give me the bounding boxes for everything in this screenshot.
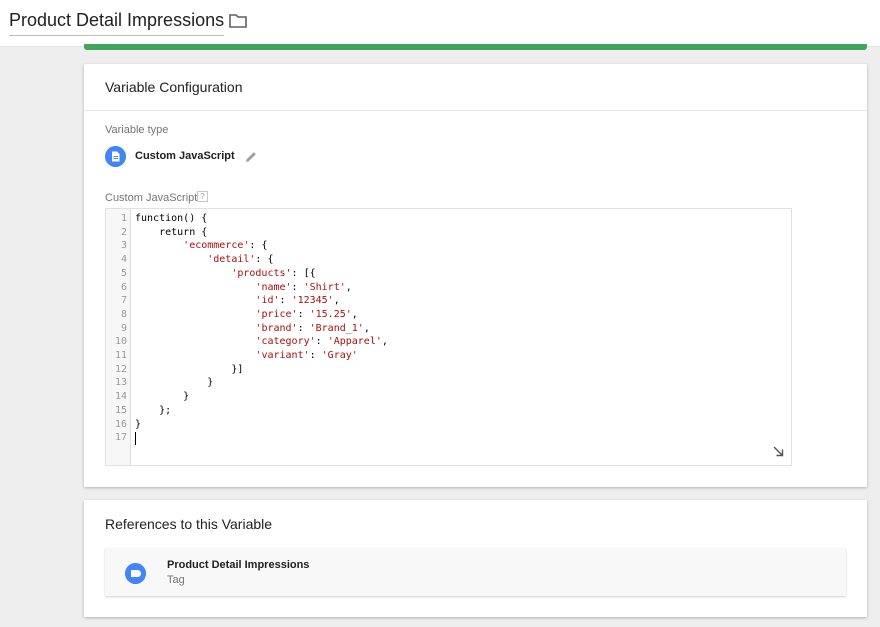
tag-icon [125, 563, 146, 584]
status-accent-bar [84, 44, 867, 50]
line-number: 1 [120, 213, 127, 224]
pencil-icon[interactable] [244, 150, 258, 164]
document-icon [105, 146, 126, 167]
line-number: 15 [114, 404, 127, 416]
code-line: return { [159, 226, 208, 238]
line-number: 5 [120, 267, 127, 279]
code-line: 'brand': 'Brand_1', [255, 322, 370, 334]
code-line: 'products': [{ [231, 267, 316, 279]
folder-icon[interactable] [229, 13, 247, 28]
code-line: 'ecommerce': { [183, 240, 268, 252]
code-editor[interactable]: 1 2 3 4 5 6 7 8 9 10 11 12 13 14 15 16 17 function() { r… [105, 208, 792, 466]
line-number: 2 [120, 226, 127, 238]
code-line: 'detail': { [207, 254, 274, 266]
code-line: } [135, 418, 142, 430]
line-number: 9 [120, 322, 127, 334]
line-number: 17 [114, 432, 127, 444]
custom-javascript-label: Custom JavaScript [105, 192, 198, 204]
code-line: 'variant': 'Gray' [255, 350, 358, 361]
line-number-gutter: 1 2 3 4 5 6 7 8 9 10 11 12 13 14 15 16 17 [106, 209, 131, 465]
code-line: 'category': 'Apparel', [255, 336, 388, 348]
line-number: 14 [114, 391, 127, 403]
line-number: 13 [114, 377, 127, 389]
reference-item[interactable]: Product Detail Impressions Tag [105, 548, 846, 596]
top-bar: Product Detail Impressions [0, 0, 880, 47]
references-card: References to this Variable Product Deta… [84, 500, 867, 617]
line-number: 16 [114, 418, 127, 430]
variable-type-label: Variable type [105, 124, 169, 136]
code-line: 'price': '15.25', [255, 308, 358, 320]
code-line: 'name': 'Shirt', [255, 281, 352, 293]
reference-name: Product Detail Impressions [167, 559, 310, 571]
code-line: }] [135, 363, 244, 375]
line-number: 10 [114, 336, 127, 348]
variable-configuration-heading: Variable Configuration [84, 64, 867, 111]
code-line: 'id': '12345', [255, 295, 340, 307]
reference-type: Tag [167, 574, 185, 586]
page-title[interactable]: Product Detail Impressions [9, 10, 225, 36]
line-number: 6 [120, 281, 127, 293]
code-line: } [135, 391, 190, 403]
line-number: 11 [114, 350, 127, 361]
code-line: }; [135, 404, 172, 416]
code-line: } [135, 377, 214, 389]
code-line: function() { [135, 213, 208, 224]
text-cursor [135, 432, 136, 446]
variable-type-name: Custom JavaScript [135, 150, 235, 162]
line-number: 3 [120, 240, 127, 252]
line-number: 7 [120, 295, 127, 307]
references-heading: References to this Variable [105, 516, 273, 532]
help-icon[interactable]: ? [197, 191, 208, 202]
line-number: 4 [120, 254, 127, 266]
variable-configuration-card: Variable Configuration Variable type Cus… [84, 64, 867, 487]
line-number: 12 [114, 363, 127, 375]
line-number: 8 [120, 308, 127, 320]
resize-handle-icon[interactable] [773, 446, 784, 457]
